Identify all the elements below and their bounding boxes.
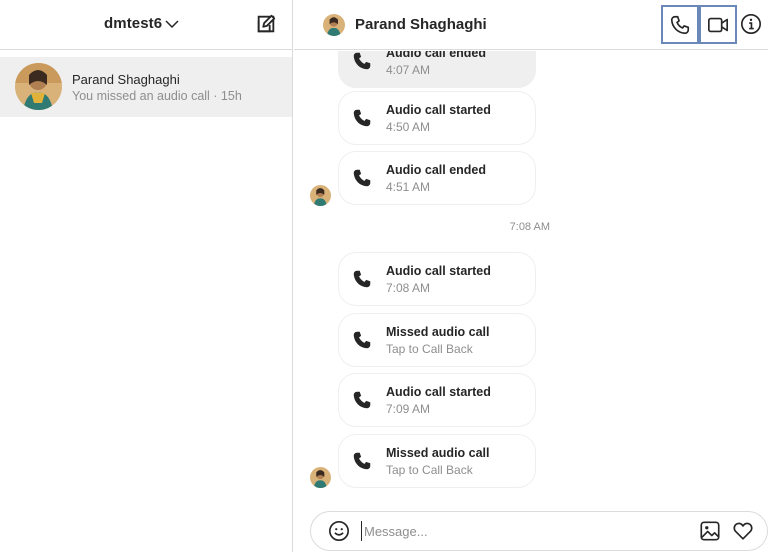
call-message-subtitle: 4:51 AM — [386, 180, 431, 194]
inbox-sidebar: dmtest6 Parand Shaghaghi You missed an a… — [0, 0, 293, 552]
call-message-title: Missed audio call — [386, 446, 490, 460]
thread-name: Parand Shaghaghi — [72, 72, 180, 87]
audio-call-button[interactable] — [661, 5, 699, 44]
call-message-title: Audio call ended — [386, 51, 487, 60]
video-camera-icon — [708, 17, 728, 32]
call-message[interactable]: Missed audio call Tap to Call Back — [338, 434, 536, 488]
thread-preview: You missed an audio call · 15h — [72, 89, 242, 103]
call-message[interactable]: Audio call started 7:08 AM — [338, 252, 536, 306]
call-message-title: Missed audio call — [386, 325, 490, 339]
sidebar-header: dmtest6 — [0, 0, 293, 50]
phone-icon — [353, 109, 371, 127]
time-separator: 7:08 AM — [509, 221, 550, 233]
call-message[interactable]: Audio call started 4:50 AM — [338, 91, 536, 145]
phone-icon — [353, 52, 371, 70]
call-message[interactable]: Audio call ended 4:51 AM — [338, 151, 536, 205]
call-message-title: Audio call started — [386, 264, 491, 278]
thread-item[interactable]: Parand Shaghaghi You missed an audio cal… — [0, 57, 292, 117]
call-message[interactable]: Audio call started 7:09 AM — [338, 373, 536, 427]
avatar[interactable] — [323, 14, 345, 36]
call-message-subtitle: 4:50 AM — [386, 120, 431, 134]
call-message[interactable]: Missed audio call Tap to Call Back — [338, 313, 536, 367]
call-message-title: Audio call started — [386, 385, 491, 399]
avatar — [310, 185, 331, 206]
call-message-subtitle: Tap to Call Back — [386, 342, 473, 356]
new-message-icon[interactable] — [255, 13, 277, 35]
chevron-down-icon[interactable] — [163, 15, 181, 33]
image-icon[interactable] — [699, 520, 721, 542]
heart-icon[interactable] — [732, 520, 754, 542]
message-thread[interactable]: Audio call ended 4:07 AM Audio call star… — [294, 51, 768, 501]
call-message[interactable]: Audio call ended 4:07 AM — [338, 51, 536, 88]
phone-icon — [353, 270, 371, 288]
call-message-title: Audio call started — [386, 103, 491, 117]
account-switcher-label[interactable]: dmtest6 — [104, 15, 162, 32]
phone-icon — [353, 391, 371, 409]
avatar — [15, 63, 62, 110]
emoji-icon[interactable] — [328, 520, 350, 542]
call-message-subtitle: 7:08 AM — [386, 281, 431, 295]
message-input[interactable] — [361, 521, 681, 541]
phone-icon — [353, 169, 371, 187]
call-message-subtitle: Tap to Call Back — [386, 463, 473, 477]
message-composer — [310, 511, 768, 551]
video-call-button[interactable] — [699, 5, 737, 44]
chat-header: Parand Shaghaghi — [294, 0, 768, 50]
info-icon[interactable] — [740, 13, 762, 35]
call-message-subtitle: 7:09 AM — [386, 402, 431, 416]
phone-icon — [353, 331, 371, 349]
phone-icon — [353, 452, 371, 470]
avatar — [310, 467, 331, 488]
chat-contact-name[interactable]: Parand Shaghaghi — [355, 16, 487, 33]
call-message-title: Audio call ended — [386, 163, 487, 177]
phone-icon — [670, 15, 690, 34]
call-message-subtitle: 4:07 AM — [386, 63, 431, 77]
